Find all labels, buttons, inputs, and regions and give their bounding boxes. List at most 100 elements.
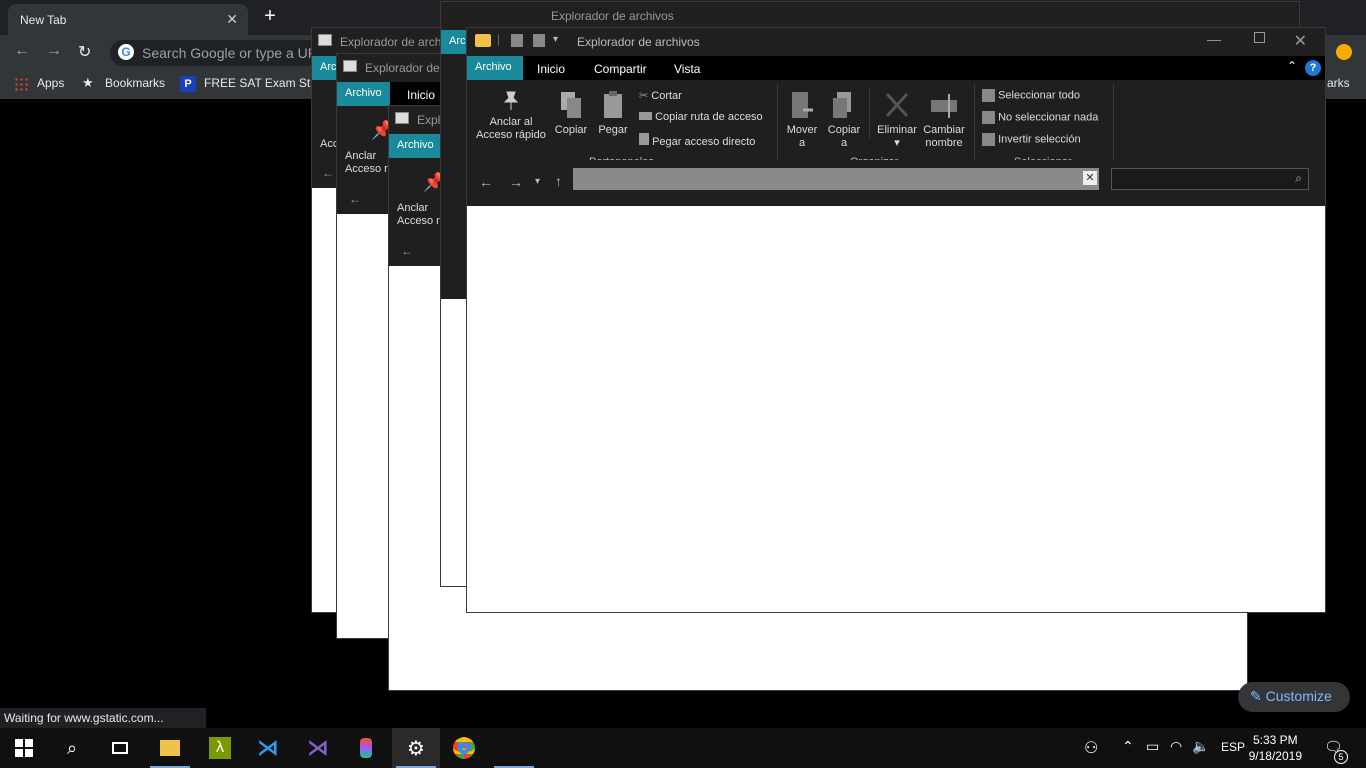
minimize-icon[interactable]: —: [1207, 31, 1221, 47]
tab-new-tab[interactable]: New Tab ✕: [8, 4, 248, 35]
window-title: Explorador de archivos: [441, 2, 1299, 30]
back-icon[interactable]: ←: [14, 42, 30, 60]
forward-icon[interactable]: →: [46, 42, 62, 60]
qat-dropdown-icon[interactable]: ▾: [553, 34, 558, 45]
shortcut-icon: [639, 133, 649, 145]
forward-icon[interactable]: →: [509, 174, 523, 190]
bookmark-bookmarks[interactable]: Bookmarks: [105, 76, 165, 90]
taskbar: ⌕ λ ⋊ ⋊ ⚙ ⚇ ⌃ ▭ ◠ 🔈 ESP 5:33 PM 9/18/201…: [0, 728, 1366, 768]
divider: [869, 88, 870, 138]
delete-x-icon: [885, 92, 909, 118]
taskbar-empty-slot[interactable]: [490, 728, 538, 768]
figma-icon: [360, 738, 372, 758]
invert-selection-button[interactable]: Invertir selección: [982, 133, 1081, 146]
back-icon[interactable]: ←: [401, 244, 413, 258]
recent-dropdown-icon[interactable]: ▾: [535, 176, 540, 187]
task-view-icon: [112, 742, 128, 754]
window-title: Explorador de archivos: [467, 28, 1325, 56]
back-icon[interactable]: ←: [322, 166, 334, 180]
visual-studio-icon: ⋊: [307, 735, 329, 760]
taskbar-file-explorer[interactable]: [146, 728, 194, 768]
move-to-button[interactable]: Mover a: [781, 90, 823, 150]
search-input[interactable]: ⌕: [1111, 168, 1309, 190]
tab-vista[interactable]: Vista: [674, 62, 700, 76]
paste-shortcut-button[interactable]: Pegar acceso directo: [639, 133, 755, 148]
delete-button[interactable]: Eliminar ▾: [871, 90, 923, 150]
language-indicator[interactable]: ESP: [1221, 740, 1245, 754]
bookmark-other[interactable]: arks: [1327, 76, 1350, 90]
taskbar-visual-studio[interactable]: ⋊: [294, 728, 342, 768]
copy-button[interactable]: Copiar: [551, 90, 591, 137]
paste-button[interactable]: Pegar: [593, 90, 633, 137]
battery-icon[interactable]: ▭: [1146, 738, 1159, 755]
taskbar-chrome[interactable]: [440, 728, 488, 768]
select-all-button[interactable]: Seleccionar todo: [982, 89, 1080, 102]
new-tab-button[interactable]: +: [258, 4, 282, 28]
divider: [974, 84, 975, 168]
volume-icon[interactable]: 🔈: [1192, 738, 1209, 755]
address-bar[interactable]: ✕: [573, 168, 1099, 190]
taskbar-settings[interactable]: ⚙: [392, 728, 440, 768]
select-none-button[interactable]: No seleccionar nada: [982, 111, 1098, 124]
select-all-icon: [982, 89, 995, 102]
search-button[interactable]: ⌕: [48, 728, 96, 768]
people-icon[interactable]: ⚇: [1084, 738, 1098, 758]
back-icon[interactable]: ←: [479, 174, 493, 190]
tab-archivo[interactable]: Archivo: [337, 82, 390, 106]
collapse-ribbon-icon[interactable]: ⌃: [1287, 59, 1297, 73]
window-icon: [318, 34, 332, 46]
clear-address-icon[interactable]: ✕: [1083, 171, 1097, 185]
anclar-label: Anclar: [397, 202, 429, 214]
explorer-window-front[interactable]: Explorador de archivos | ▾ — ✕ Archivo I…: [466, 27, 1326, 613]
copy-to-button[interactable]: Copiar a: [823, 90, 865, 150]
divider: [777, 84, 778, 168]
rename-button[interactable]: Cambiar nombre: [919, 90, 969, 150]
up-icon[interactable]: ↑: [555, 173, 562, 189]
path-icon: [639, 112, 652, 120]
pin-quick-access-button[interactable]: Anclar al Acceso rápido: [473, 90, 549, 142]
bookmark-apps[interactable]: Apps: [37, 76, 64, 90]
pencil-icon: ✎: [1250, 688, 1262, 704]
cut-button[interactable]: ✂ Cortar: [639, 89, 682, 102]
window-title: Explorador de archi: [312, 28, 460, 56]
start-button[interactable]: [0, 728, 48, 768]
task-view-button[interactable]: [96, 728, 144, 768]
tab-inicio[interactable]: Inicio: [537, 62, 565, 76]
google-icon: G: [118, 44, 134, 60]
vscode-icon: ⋊: [257, 735, 279, 760]
scissors-icon: ✂: [639, 90, 649, 102]
new-folder-icon[interactable]: [533, 34, 545, 47]
copy-path-button[interactable]: Copiar ruta de acceso: [639, 111, 763, 123]
lambda-icon: λ: [209, 737, 231, 759]
properties-icon[interactable]: [511, 34, 523, 47]
taskbar-lambda-app[interactable]: λ: [196, 728, 244, 768]
wifi-icon[interactable]: ◠: [1170, 738, 1182, 755]
taskbar-vscode[interactable]: ⋊: [244, 728, 292, 768]
tab-close-icon[interactable]: ✕: [226, 11, 238, 28]
acceso-label: Acceso r: [345, 163, 388, 175]
apps-grid-icon: [14, 77, 28, 91]
clock[interactable]: 5:33 PM 9/18/2019: [1249, 732, 1302, 764]
p-favicon-icon: P: [180, 76, 196, 92]
back-icon[interactable]: ←: [349, 192, 361, 206]
close-icon[interactable]: ✕: [1294, 31, 1307, 51]
search-icon: ⌕: [66, 737, 78, 758]
invert-selection-icon: [982, 133, 995, 146]
help-icon[interactable]: ?: [1305, 60, 1321, 76]
show-hidden-icons[interactable]: ⌃: [1122, 738, 1134, 755]
reload-icon[interactable]: ↻: [78, 42, 91, 62]
customize-button[interactable]: ✎ Customize: [1238, 682, 1350, 712]
star-icon: ★: [82, 75, 94, 90]
profile-avatar[interactable]: [1336, 44, 1352, 60]
maximize-icon[interactable]: [1254, 32, 1265, 43]
separator: |: [497, 32, 501, 46]
tab-inicio[interactable]: Inicio: [407, 88, 435, 102]
tab-archivo[interactable]: Archivo: [467, 56, 523, 80]
address-navbar: ← → ▾ ↑ ✕ ⌕: [467, 160, 1325, 206]
taskbar-figma[interactable]: [342, 728, 390, 768]
clock-time: 5:33 PM: [1252, 733, 1298, 747]
tab-compartir[interactable]: Compartir: [594, 62, 647, 76]
bookmark-sat[interactable]: FREE SAT Exam Stu...: [204, 76, 327, 90]
chrome-status-bar: Waiting for www.gstatic.com...: [0, 708, 206, 728]
tab-archivo[interactable]: Archivo: [389, 134, 442, 158]
